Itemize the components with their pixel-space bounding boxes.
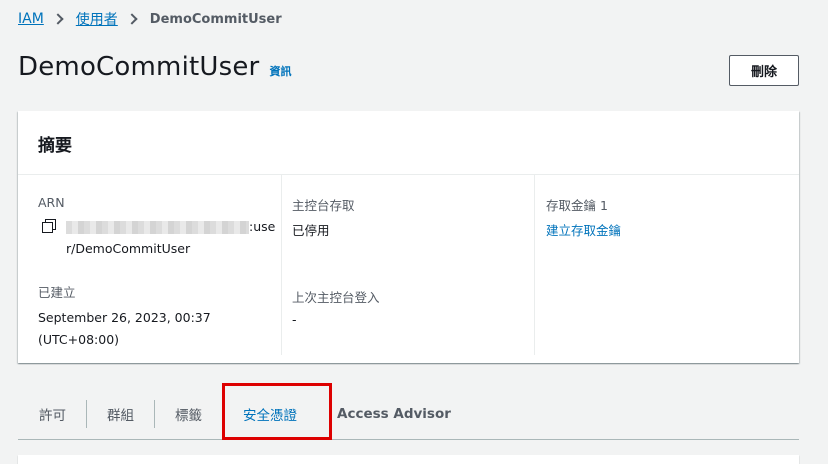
arn-value: :use r/DemoCommitUser xyxy=(66,216,275,260)
access-key-label: 存取金鑰 1 xyxy=(546,198,608,213)
arn-redacted xyxy=(66,221,249,234)
arn-label: ARN xyxy=(38,195,65,210)
last-login-value: - xyxy=(292,312,297,327)
breadcrumb-users-link[interactable]: 使用者 xyxy=(76,9,118,29)
create-access-key-link[interactable]: 建立存取金鑰 xyxy=(546,220,799,239)
breadcrumb-iam-link[interactable]: IAM xyxy=(18,11,44,27)
info-link[interactable]: 資訊 xyxy=(269,63,291,79)
arn-suffix-1: :use xyxy=(249,219,276,234)
console-access-label: 主控台存取 xyxy=(292,198,355,213)
tab-access-advisor[interactable]: Access Advisor xyxy=(317,399,471,429)
tab-bar: 許可 群組 標籤 安全憑證 Access Advisor xyxy=(18,388,799,440)
chevron-right-icon xyxy=(126,13,138,25)
copy-icon[interactable] xyxy=(42,219,56,233)
console-access-value: 已停用 xyxy=(292,223,330,238)
last-login-label: 上次主控台登入 xyxy=(292,290,380,305)
breadcrumb-current: DemoCommitUser xyxy=(149,11,282,27)
created-timezone: (UTC+08:00) xyxy=(38,332,120,347)
created-date: September 26, 2023, 00:37 xyxy=(38,310,211,325)
tab-permissions[interactable]: 許可 xyxy=(18,399,86,429)
title-row: DemoCommitUser 資訊 xyxy=(18,52,291,82)
arn-suffix-2: r/DemoCommitUser xyxy=(66,241,191,256)
summary-column-console: 主控台存取 已停用 上次主控台登入 - xyxy=(281,175,534,355)
delete-button[interactable]: 刪除 xyxy=(729,55,799,86)
breadcrumb: IAM 使用者 DemoCommitUser xyxy=(18,10,282,28)
created-label: 已建立 xyxy=(38,285,76,300)
summary-card: 摘要 ARN :use r/DemoCommitUser 已建立 Septemb… xyxy=(18,111,799,363)
highlight-box xyxy=(222,383,332,440)
summary-header: 摘要 xyxy=(18,111,799,175)
created-value: September 26, 2023, 00:37 (UTC+08:00) xyxy=(38,307,281,351)
arn-row: :use r/DemoCommitUser xyxy=(38,216,281,260)
summary-column-access-key: 存取金鑰 1 建立存取金鑰 xyxy=(534,175,799,355)
summary-title: 摘要 xyxy=(38,136,72,156)
page-title: DemoCommitUser xyxy=(18,52,260,82)
tab-tags[interactable]: 標籤 xyxy=(155,399,222,429)
tab-groups[interactable]: 群組 xyxy=(87,399,154,429)
tab-content-card xyxy=(18,455,799,464)
chevron-right-icon xyxy=(52,13,64,25)
summary-column-arn: ARN :use r/DemoCommitUser 已建立 September … xyxy=(38,175,281,355)
